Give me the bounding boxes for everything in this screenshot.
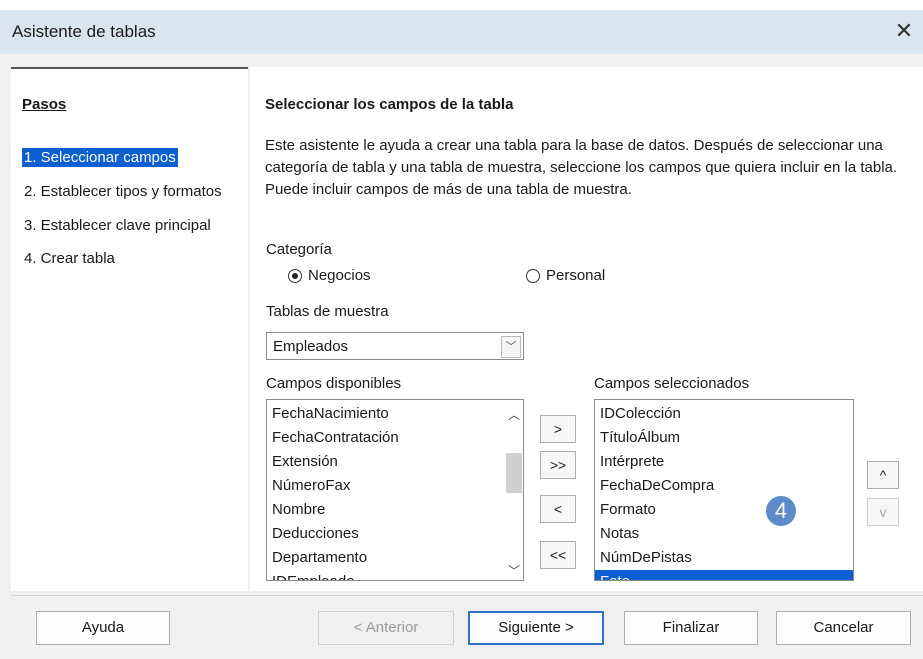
- list-item-selected[interactable]: Foto: [595, 570, 853, 580]
- radio-unselected-icon: [526, 268, 540, 283]
- add-all-fields-button[interactable]: >>: [540, 451, 576, 479]
- list-item[interactable]: Formato: [595, 498, 853, 522]
- move-up-button[interactable]: ^: [867, 461, 899, 489]
- list-item[interactable]: FechaDeCompra: [595, 474, 853, 498]
- list-item[interactable]: Extensión: [267, 450, 503, 474]
- category-label: Categoría: [266, 241, 332, 258]
- radio-personal-label: Personal: [546, 267, 606, 284]
- steps-pane: Pasos 1. Seleccionar campos 2. Establece…: [11, 67, 248, 591]
- radio-negocios-label: Negocios: [308, 267, 371, 284]
- section-title: Seleccionar los campos de la tabla: [265, 96, 514, 113]
- cancel-button[interactable]: Cancelar: [776, 611, 911, 645]
- move-down-button[interactable]: v: [867, 498, 899, 526]
- list-item[interactable]: FechaNacimiento: [267, 402, 503, 426]
- scroll-down-icon[interactable]: ﹀: [506, 562, 522, 579]
- previous-button[interactable]: < Anterior: [318, 611, 454, 645]
- close-icon[interactable]: ✕: [889, 16, 919, 46]
- list-item[interactable]: Intérprete: [595, 450, 853, 474]
- step-create-table[interactable]: 4. Crear tabla: [22, 249, 117, 268]
- list-item[interactable]: Departamento: [267, 546, 503, 570]
- radio-selected-icon: [288, 268, 302, 283]
- selected-fields-label: Campos seleccionados: [594, 375, 750, 392]
- list-item[interactable]: Deducciones: [267, 522, 503, 546]
- steps-heading: Pasos: [22, 96, 67, 113]
- scroll-up-icon[interactable]: ︿: [506, 406, 522, 423]
- list-item[interactable]: TítuloÁlbum: [595, 426, 853, 450]
- list-item[interactable]: IDEmpleado: [267, 570, 503, 580]
- available-fields-list[interactable]: FechaNacimiento FechaContratación Extens…: [266, 399, 524, 581]
- callout-badge: 4: [766, 496, 796, 526]
- sample-table-dropdown[interactable]: Empleados ﹀: [266, 332, 524, 360]
- selected-fields-list[interactable]: IDColección TítuloÁlbum Intérprete Fecha…: [594, 399, 854, 581]
- radio-negocios[interactable]: Negocios: [288, 267, 371, 284]
- list-item[interactable]: NúmeroFax: [267, 474, 503, 498]
- sample-tables-label: Tablas de muestra: [266, 303, 389, 320]
- list-item[interactable]: NúmDePistas: [595, 546, 853, 570]
- title-bar: Asistente de tablas ✕: [0, 10, 923, 54]
- list-item[interactable]: FechaContratación: [267, 426, 503, 450]
- chevron-down-icon[interactable]: ﹀: [501, 336, 521, 358]
- wizard-dialog: Pasos 1. Seleccionar campos 2. Establece…: [0, 54, 923, 659]
- next-button[interactable]: Siguiente >: [468, 611, 604, 645]
- add-field-button[interactable]: >: [540, 415, 576, 443]
- finish-button[interactable]: Finalizar: [624, 611, 758, 645]
- footer-divider: [11, 595, 923, 596]
- remove-field-button[interactable]: <: [540, 495, 576, 523]
- list-item[interactable]: IDColección: [595, 402, 853, 426]
- description-text: Este asistente le ayuda a crear una tabl…: [265, 137, 898, 198]
- main-pane: Seleccionar los campos de la tabla Este …: [250, 67, 923, 591]
- remove-all-fields-button[interactable]: <<: [540, 541, 576, 569]
- scrollbar[interactable]: ︿ ﹀: [503, 400, 523, 580]
- step-select-fields[interactable]: 1. Seleccionar campos: [22, 148, 178, 167]
- window-title: Asistente de tablas: [12, 22, 156, 41]
- available-fields-label: Campos disponibles: [266, 375, 402, 392]
- scrollbar-thumb[interactable]: [506, 453, 522, 493]
- list-item[interactable]: Nombre: [267, 498, 503, 522]
- help-button[interactable]: Ayuda: [36, 611, 170, 645]
- list-item[interactable]: Notas: [595, 522, 853, 546]
- sample-table-value: Empleados: [273, 338, 349, 355]
- step-primary-key[interactable]: 3. Establecer clave principal: [22, 216, 213, 235]
- radio-personal[interactable]: Personal: [526, 267, 605, 284]
- step-set-types[interactable]: 2. Establecer tipos y formatos: [22, 182, 224, 201]
